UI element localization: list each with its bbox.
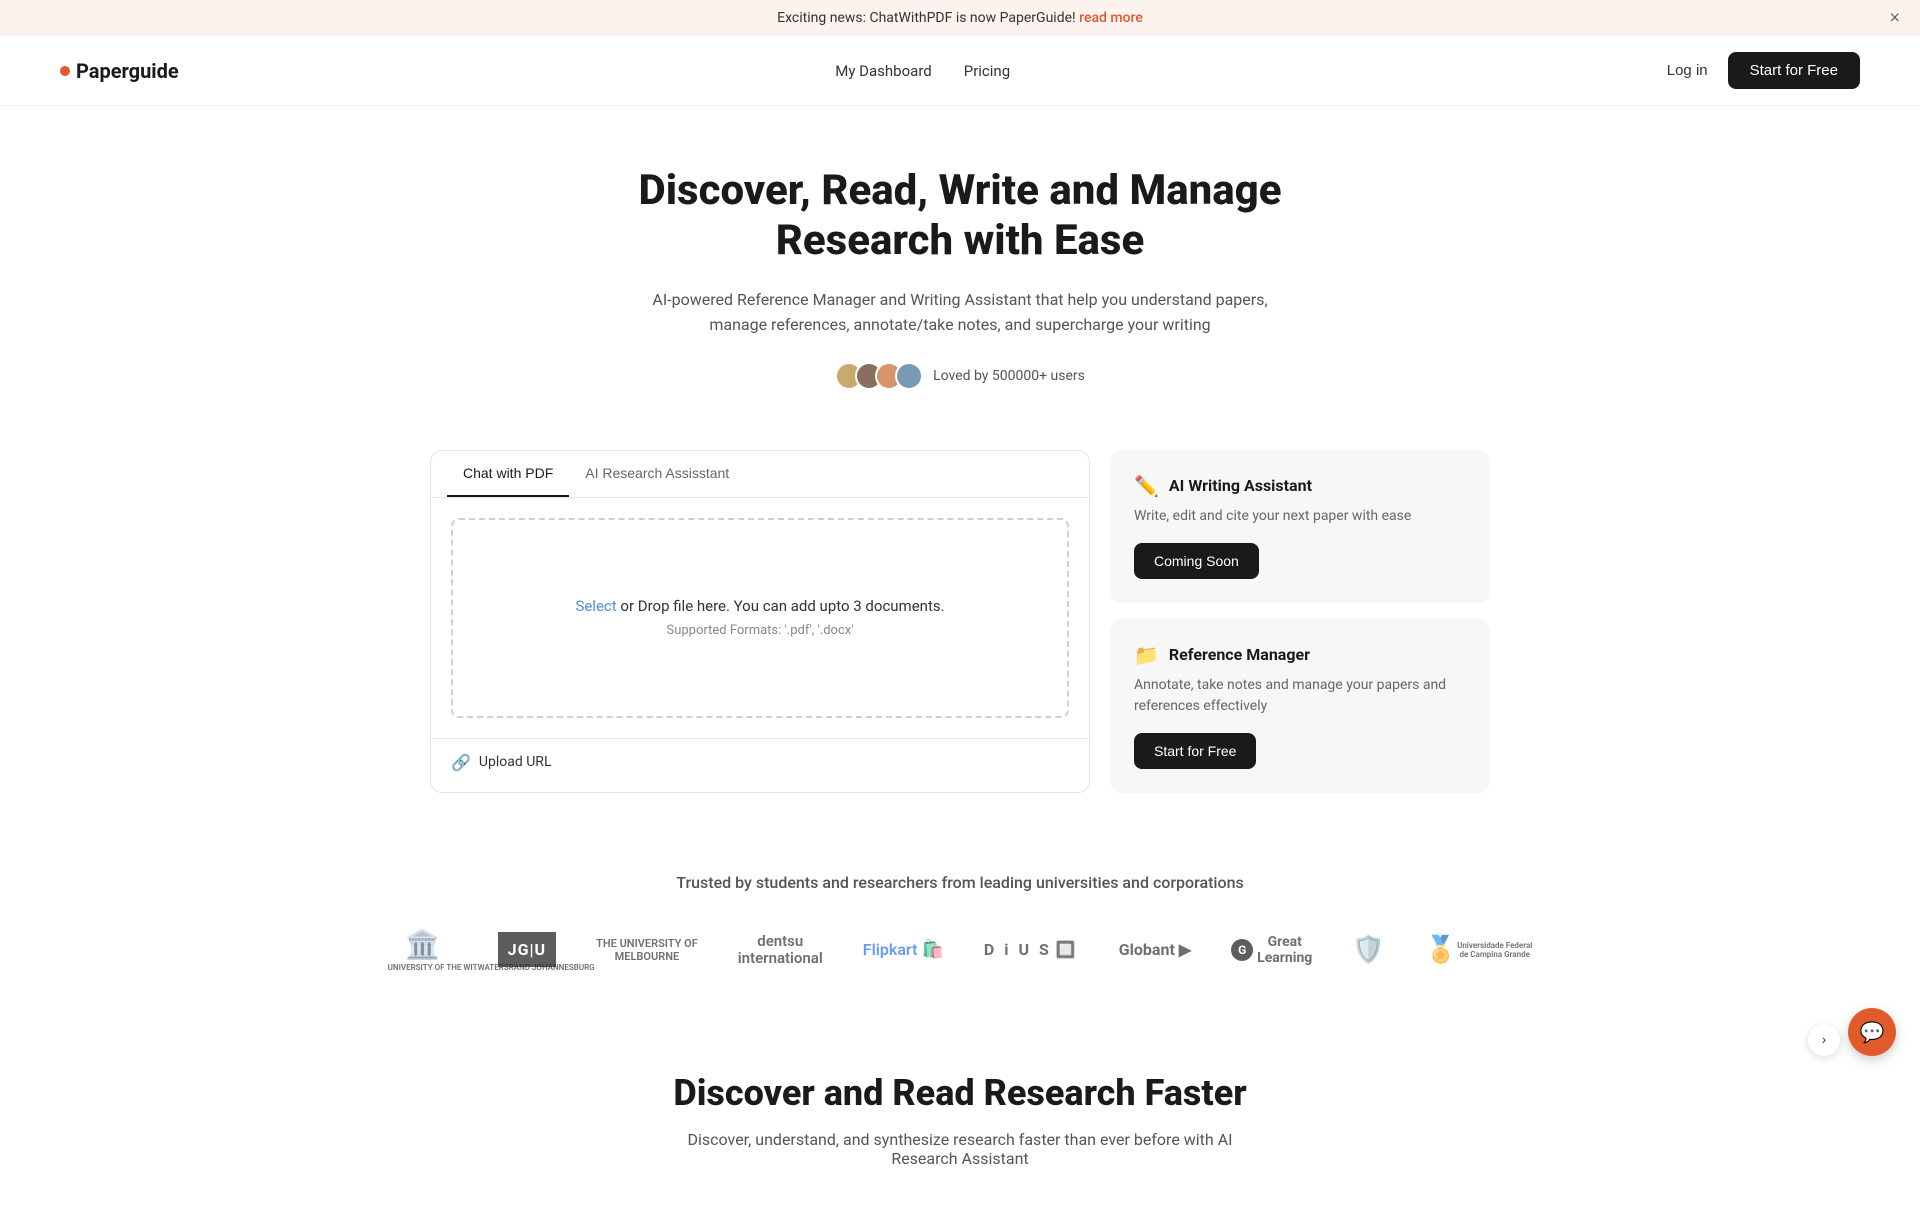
- main-content: Chat with PDF AI Research Assisstant Sel…: [410, 450, 1510, 793]
- loved-text: Loved by 500000+ users: [933, 368, 1085, 384]
- bottom-section: Discover and Read Research Faster Discov…: [0, 1012, 1920, 1208]
- dius-icon: 🔲: [1056, 940, 1079, 959]
- logo[interactable]: Paperguide: [60, 59, 179, 83]
- chevron-right-icon: ›: [1822, 1032, 1826, 1048]
- flipkart-icon: 🛍️: [921, 939, 943, 960]
- upload-url-label: Upload URL: [479, 754, 552, 770]
- reference-manager-title: Reference Manager: [1169, 645, 1310, 664]
- reference-manager-card: 📁 Reference Manager Annotate, take notes…: [1110, 619, 1490, 793]
- globant-text: Globant ▶: [1119, 940, 1191, 959]
- nav-actions: Log in Start for Free: [1667, 52, 1860, 89]
- flipkart-text: Flipkart: [863, 940, 918, 959]
- ufcg-text: Universidade Federalde Campina Grande: [1457, 941, 1532, 959]
- drop-text-part: or Drop file here. You can add upto 3 do…: [617, 597, 945, 615]
- login-button[interactable]: Log in: [1667, 62, 1708, 79]
- trusted-title: Trusted by students and researchers from…: [60, 873, 1860, 892]
- chat-icon: 💬: [1860, 1020, 1885, 1044]
- dentsu-text: dentsuinternational: [738, 933, 823, 966]
- start-for-free-card-button[interactable]: Start for Free: [1134, 733, 1256, 769]
- reference-manager-card-header: 📁 Reference Manager: [1134, 643, 1466, 667]
- navbar: Paperguide My Dashboard Pricing Log in S…: [0, 36, 1920, 106]
- logo-dius: D i U S 🔲: [984, 940, 1079, 959]
- wits-text: UNIVERSITY OF THE WITWATERSRAND JOHANNES…: [388, 963, 458, 972]
- uni-shield-icon: 🛡️: [1352, 935, 1384, 965]
- logo-text: Paperguide: [76, 59, 179, 83]
- drop-zone[interactable]: Select or Drop file here. You can add up…: [451, 518, 1069, 718]
- banner-text: Exciting news: ChatWithPDF is now PaperG…: [777, 10, 1075, 26]
- logo-melbourne: THE UNIVERSITY OFMELBOURNE: [596, 937, 698, 963]
- logo-dot: [60, 66, 70, 76]
- melbourne-text: THE UNIVERSITY OFMELBOURNE: [596, 937, 698, 963]
- logo-ufcg: 🏅 Universidade Federalde Campina Grande: [1425, 935, 1533, 965]
- left-panel: Chat with PDF AI Research Assisstant Sel…: [430, 450, 1090, 793]
- drop-main-text: Select or Drop file here. You can add up…: [575, 597, 944, 615]
- coming-soon-button[interactable]: Coming Soon: [1134, 543, 1259, 579]
- logo-globant: Globant ▶: [1119, 940, 1191, 959]
- jgu-text: JG|U: [498, 932, 556, 967]
- logo-great-learning: G GreatLearning: [1231, 934, 1312, 966]
- great-learning-icon: G: [1231, 939, 1253, 961]
- select-link[interactable]: Select: [575, 597, 616, 615]
- ai-writing-icon: ✏️: [1134, 474, 1159, 498]
- banner-link[interactable]: read more: [1079, 10, 1143, 26]
- avatar: [895, 362, 923, 390]
- logo-wits: 🏛️ UNIVERSITY OF THE WITWATERSRAND JOHAN…: [388, 928, 458, 972]
- wits-shield-icon: 🏛️: [405, 928, 440, 961]
- hero-title: Discover, Read, Write and Manage Researc…: [560, 166, 1360, 267]
- avatar-group: [835, 362, 923, 390]
- ufcg-shield-icon: 🏅: [1425, 935, 1457, 965]
- logo-dentsu: dentsuinternational: [738, 933, 823, 966]
- start-for-free-nav-button[interactable]: Start for Free: [1728, 52, 1860, 89]
- nav-links: My Dashboard Pricing: [835, 62, 1010, 80]
- logo-uni-shield: 🛡️: [1352, 935, 1384, 965]
- user-loved: Loved by 500000+ users: [20, 362, 1900, 390]
- reference-manager-desc: Annotate, take notes and manage your pap…: [1134, 675, 1466, 717]
- great-learning-text: GreatLearning: [1257, 934, 1312, 966]
- bottom-subtitle: Discover, understand, and synthesize res…: [660, 1130, 1260, 1168]
- tab-bar: Chat with PDF AI Research Assisstant: [431, 451, 1089, 498]
- right-panel: ✏️ AI Writing Assistant Write, edit and …: [1110, 450, 1490, 793]
- chevron-right-button[interactable]: ›: [1808, 1024, 1840, 1056]
- hero-section: Discover, Read, Write and Manage Researc…: [0, 106, 1920, 430]
- logo-flipkart: Flipkart 🛍️: [863, 939, 944, 960]
- bottom-title: Discover and Read Research Faster: [20, 1072, 1900, 1114]
- logo-jgu: JG|U: [498, 932, 556, 967]
- ai-writing-card-header: ✏️ AI Writing Assistant: [1134, 474, 1466, 498]
- trusted-section: Trusted by students and researchers from…: [0, 833, 1920, 1012]
- drop-sub-text: Supported Formats: '.pdf', '.docx': [667, 623, 854, 638]
- upload-url-row[interactable]: 🔗 Upload URL: [431, 738, 1089, 786]
- hero-subtitle: AI-powered Reference Manager and Writing…: [650, 287, 1270, 338]
- chat-support-button[interactable]: 💬: [1848, 1008, 1896, 1056]
- ai-writing-card: ✏️ AI Writing Assistant Write, edit and …: [1110, 450, 1490, 603]
- top-banner: Exciting news: ChatWithPDF is now PaperG…: [0, 0, 1920, 36]
- tab-chat-pdf[interactable]: Chat with PDF: [447, 451, 569, 497]
- dius-text: D i U S: [984, 940, 1052, 959]
- ai-writing-title: AI Writing Assistant: [1169, 476, 1312, 495]
- nav-link-dashboard[interactable]: My Dashboard: [835, 62, 931, 80]
- logos-row: 🏛️ UNIVERSITY OF THE WITWATERSRAND JOHAN…: [60, 928, 1860, 972]
- reference-manager-icon: 📁: [1134, 643, 1159, 667]
- tab-ai-research[interactable]: AI Research Assisstant: [569, 451, 745, 497]
- nav-link-pricing[interactable]: Pricing: [964, 62, 1010, 80]
- banner-close-button[interactable]: ×: [1889, 8, 1900, 29]
- link-icon: 🔗: [451, 753, 471, 772]
- ai-writing-desc: Write, edit and cite your next paper wit…: [1134, 506, 1466, 527]
